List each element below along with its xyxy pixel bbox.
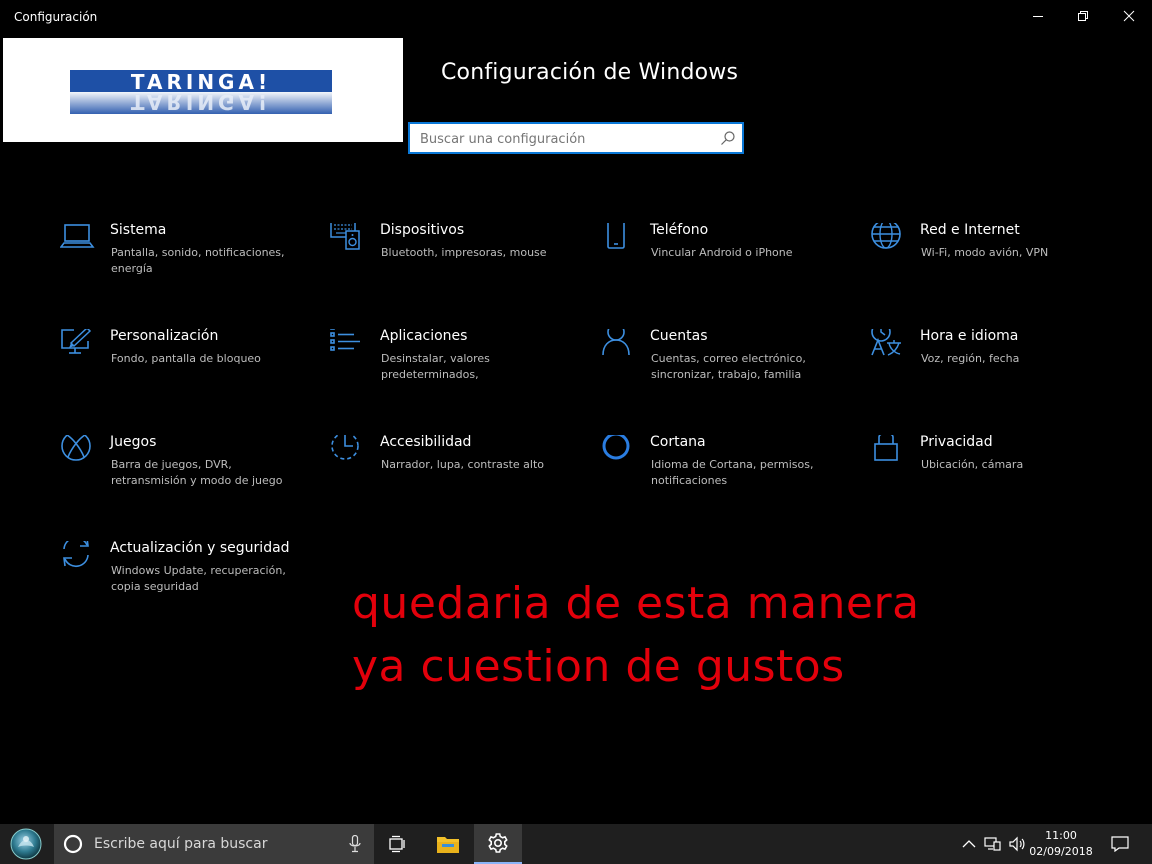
tile-hora-idioma[interactable]: Hora e idioma Voz, región, fecha [870, 328, 1130, 419]
laptop-icon [60, 224, 95, 248]
search-icon [721, 131, 735, 145]
tile-aplicaciones[interactable]: Aplicaciones Desinstalar, valores predet… [330, 328, 590, 419]
taskbar: 11:00 02/09/2018 [0, 824, 1152, 864]
speaker-icon [1009, 836, 1025, 852]
window-title: Configuración [14, 10, 98, 24]
cortana-circle-icon [63, 834, 83, 854]
tile-dispositivos[interactable]: Dispositivos Bluetooth, impresoras, mous… [330, 222, 590, 313]
tile-title: Actualización y seguridad [110, 540, 290, 556]
task-view-button[interactable] [374, 824, 422, 864]
action-center-button[interactable] [1104, 824, 1136, 864]
lock-icon [874, 435, 898, 461]
settings-search-input[interactable] [420, 129, 710, 149]
clock-time: 11:00 [1045, 829, 1077, 842]
tile-description: Vincular Android o iPhone [651, 246, 793, 259]
clock-date: 02/09/2018 [1029, 845, 1093, 858]
svg-text:TARINGA!: TARINGA! [131, 90, 271, 114]
taskbar-clock[interactable]: 11:00 02/09/2018 [1026, 828, 1096, 860]
tile-title: Dispositivos [380, 222, 465, 238]
tile-description: Voz, región, fecha [921, 352, 1020, 365]
tile-title: Privacidad [920, 434, 993, 450]
tile-telefono[interactable]: Teléfono Vincular Android o iPhone [600, 222, 860, 313]
folder-icon [437, 837, 459, 853]
tile-juegos[interactable]: Juegos Barra de juegos, DVR, retransmisi… [60, 434, 320, 525]
restore-icon [1078, 11, 1088, 21]
restore-button[interactable] [1060, 0, 1106, 32]
tile-description: Cuentas, correo electrónico, sincronizar… [651, 352, 806, 381]
phone-icon [607, 223, 625, 249]
personalization-icon [61, 329, 92, 354]
update-icon [63, 541, 89, 568]
tile-cortana[interactable]: Cortana Idioma de Cortana, permisos, not… [600, 434, 860, 525]
tile-description: Wi-Fi, modo avión, VPN [921, 246, 1049, 259]
time-language-icon [871, 329, 901, 356]
settings-taskbar-button[interactable] [474, 824, 522, 864]
accessibility-icon [331, 435, 359, 460]
person-icon [602, 329, 630, 356]
devices-icon [330, 223, 360, 250]
tile-title: Red e Internet [920, 222, 1020, 238]
tile-title: Sistema [110, 222, 167, 238]
tile-description: Idioma de Cortana, permisos, notificacio… [651, 458, 814, 487]
notification-icon [1111, 836, 1129, 852]
tile-description: Pantalla, sonido, notificaciones, energí… [111, 246, 285, 275]
tile-description: Ubicación, cámara [921, 458, 1024, 471]
tile-privacidad[interactable]: Privacidad Ubicación, cámara [870, 434, 1130, 525]
taskbar-search-box[interactable] [54, 824, 374, 864]
tile-title: Cortana [650, 434, 706, 450]
network-icon [984, 837, 1001, 851]
taringa-logo-banner: TARINGA! TARINGA! [3, 38, 403, 142]
tile-title: Cuentas [650, 328, 708, 344]
tile-description: Barra de juegos, DVR, retransmisión y mo… [111, 458, 283, 487]
globe-icon [871, 223, 901, 249]
tile-red-internet[interactable]: Red e Internet Wi-Fi, modo avión, VPN [870, 222, 1130, 313]
close-button[interactable] [1106, 0, 1152, 32]
tile-description: Narrador, lupa, contraste alto [381, 458, 545, 471]
task-view-icon [389, 835, 405, 853]
title-bar: Configuración [0, 0, 1152, 34]
annotation-line-2: ya cuestion de gustos [352, 641, 845, 692]
gear-icon [488, 833, 508, 853]
tile-actualizacion-seguridad[interactable]: Actualización y seguridad Windows Update… [60, 540, 320, 631]
tile-title: Teléfono [650, 222, 709, 238]
cortana-icon [602, 435, 630, 460]
page-title: Configuración de Windows [441, 60, 739, 85]
taringa-logo: TARINGA! TARINGA! [70, 70, 332, 114]
tile-description: Desinstalar, valores predeterminados, [381, 352, 490, 381]
taskbar-search-input[interactable] [94, 834, 334, 854]
tile-title: Hora e idioma [920, 328, 1019, 344]
file-explorer-button[interactable] [424, 824, 472, 864]
volume-tray-button[interactable] [1006, 824, 1028, 864]
tile-cuentas[interactable]: Cuentas Cuentas, correo electrónico, sin… [600, 328, 860, 419]
start-orb-icon [10, 828, 42, 860]
network-tray-button[interactable] [982, 824, 1004, 864]
start-button[interactable] [0, 824, 52, 864]
xbox-icon [61, 435, 91, 461]
annotation-line-1: quedaria de esta manera [352, 578, 920, 629]
tile-description: Fondo, pantalla de bloqueo [111, 352, 261, 365]
minimize-icon [1033, 16, 1043, 17]
chevron-up-icon [962, 840, 976, 848]
show-hidden-icons-button[interactable] [958, 824, 980, 864]
tile-title: Accesibilidad [380, 434, 472, 450]
tile-accesibilidad[interactable]: Accesibilidad Narrador, lupa, contraste … [330, 434, 590, 525]
tile-description: Bluetooth, impresoras, mouse [381, 246, 547, 259]
tile-description: Windows Update, recuperación, copia segu… [111, 564, 286, 593]
settings-search-box[interactable] [408, 122, 744, 154]
tile-title: Juegos [110, 434, 157, 450]
microphone-icon[interactable] [349, 835, 361, 853]
tile-title: Personalización [110, 328, 219, 344]
tile-title: Aplicaciones [380, 328, 468, 344]
apps-list-icon [330, 329, 360, 351]
close-icon [1123, 10, 1135, 22]
tile-sistema[interactable]: Sistema Pantalla, sonido, notificaciones… [60, 222, 320, 313]
minimize-button[interactable] [1015, 0, 1061, 32]
tile-personalizacion[interactable]: Personalización Fondo, pantalla de bloqu… [60, 328, 320, 419]
